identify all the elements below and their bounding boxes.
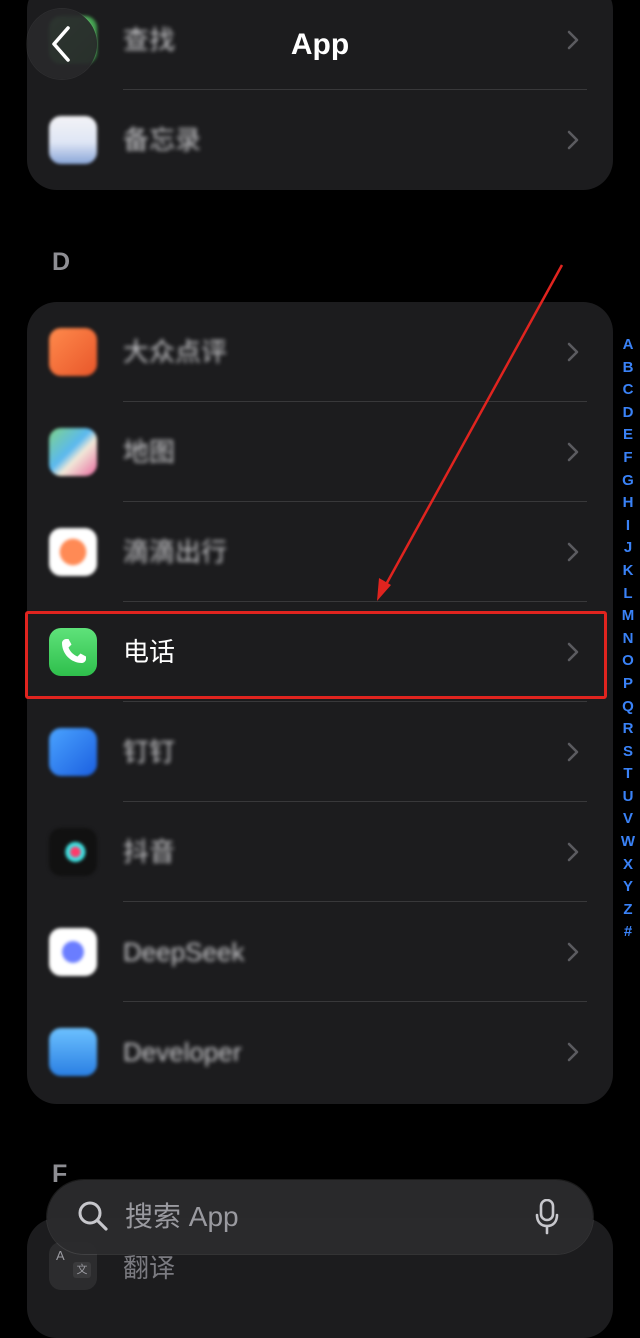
index-letter[interactable]: V <box>620 808 636 831</box>
alphabet-index[interactable]: A B C D E F G H I J K L M N O P Q R S T U V W X Y Z # <box>620 334 636 944</box>
index-letter[interactable]: Y <box>620 876 636 899</box>
app-row-label: 地图 <box>123 437 176 467</box>
app-row-label: Developer <box>123 1037 242 1067</box>
index-letter[interactable]: E <box>620 424 636 447</box>
app-row-label: 大众点评 <box>123 337 228 367</box>
dianping-icon <box>49 328 97 376</box>
douyin-icon <box>49 828 97 876</box>
index-letter[interactable]: U <box>620 786 636 809</box>
app-row-label: 备忘录 <box>123 125 202 155</box>
index-letter[interactable]: P <box>620 673 636 696</box>
index-letter[interactable]: I <box>620 515 636 538</box>
chevron-right-icon <box>567 342 579 362</box>
index-letter[interactable]: G <box>620 470 636 493</box>
index-letter[interactable]: R <box>620 718 636 741</box>
index-letter[interactable]: F <box>620 447 636 470</box>
chevron-right-icon <box>567 130 579 150</box>
index-letter[interactable]: W <box>620 831 636 854</box>
index-letter[interactable]: H <box>620 492 636 515</box>
search-input[interactable]: 搜索 App <box>125 1180 239 1254</box>
index-letter[interactable]: Z <box>620 899 636 922</box>
index-letter[interactable]: O <box>620 650 636 673</box>
chevron-right-icon <box>567 942 579 962</box>
chevron-right-icon <box>567 442 579 462</box>
app-row-label: 钉钉 <box>123 737 176 767</box>
search-icon <box>78 1201 108 1231</box>
index-letter[interactable]: D <box>620 402 636 425</box>
index-letter[interactable]: M <box>620 605 636 628</box>
app-row-notes[interactable]: 备忘录 <box>27 90 613 190</box>
index-letter[interactable]: T <box>620 763 636 786</box>
index-letter[interactable]: K <box>620 560 636 583</box>
app-row-douyin[interactable]: 抖音 <box>27 802 613 902</box>
blurred-app-icon <box>49 116 97 164</box>
highlight-box <box>25 611 607 699</box>
app-row-label: DeepSeek <box>123 937 245 967</box>
index-letter[interactable]: L <box>620 583 636 606</box>
page-title: App <box>290 28 350 61</box>
search-bar[interactable]: 搜索 App <box>47 1180 593 1254</box>
app-row-dingtalk[interactable]: 钉钉 <box>27 702 613 802</box>
chevron-right-icon <box>567 1042 579 1062</box>
chevron-right-icon <box>567 542 579 562</box>
chevron-right-icon <box>567 842 579 862</box>
maps-icon <box>49 428 97 476</box>
didi-icon <box>49 528 97 576</box>
index-letter[interactable]: S <box>620 741 636 764</box>
section-d-group: 大众点评 地图 滴滴出行 电话 钉钉 抖音 DeepSeek Developer <box>27 302 613 1104</box>
index-letter[interactable]: A <box>620 334 636 357</box>
index-letter[interactable]: X <box>620 854 636 877</box>
app-row-didi[interactable]: 滴滴出行 <box>27 502 613 602</box>
index-letter[interactable]: C <box>620 379 636 402</box>
app-row-deepseek[interactable]: DeepSeek <box>27 902 613 1002</box>
microphone-icon[interactable] <box>535 1199 559 1235</box>
app-row-dianping[interactable]: 大众点评 <box>27 302 613 402</box>
app-row-label: 滴滴出行 <box>123 537 228 567</box>
developer-icon <box>49 1028 97 1076</box>
index-letter[interactable]: J <box>620 537 636 560</box>
dingtalk-icon <box>49 728 97 776</box>
index-letter[interactable]: Q <box>620 696 636 719</box>
app-row-developer[interactable]: Developer <box>27 1002 613 1102</box>
app-row-label: 抖音 <box>123 837 176 867</box>
section-header-d: D <box>52 248 71 276</box>
deepseek-icon <box>49 928 97 976</box>
chevron-right-icon <box>567 742 579 762</box>
app-row-maps[interactable]: 地图 <box>27 402 613 502</box>
index-letter[interactable]: N <box>620 628 636 651</box>
index-letter[interactable]: # <box>620 921 636 944</box>
index-letter[interactable]: B <box>620 357 636 380</box>
